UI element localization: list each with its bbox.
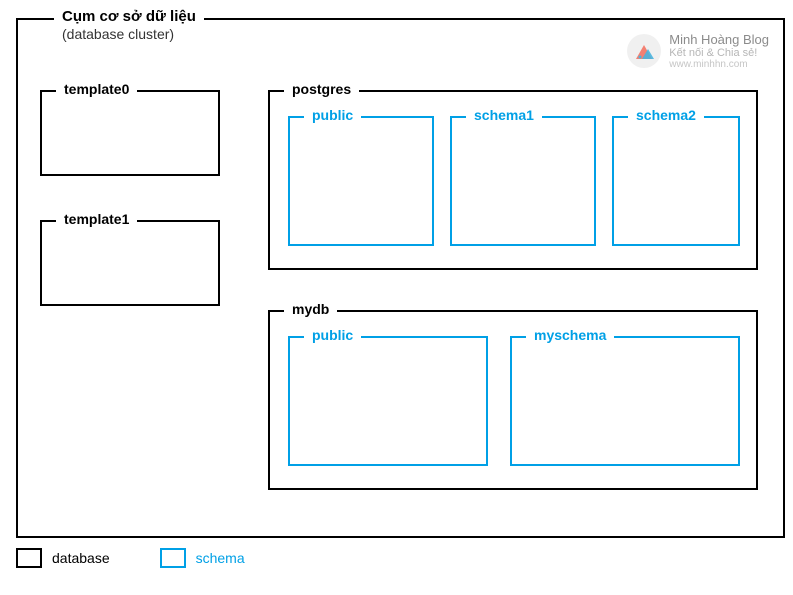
database-box-template0: template0 [40, 90, 220, 176]
watermark-line1: Minh Hoàng Blog [669, 32, 769, 47]
database-label-template0: template0 [56, 81, 137, 97]
schema-label-postgres-schema2: schema2 [628, 107, 704, 123]
schema-box-postgres-public: public [288, 116, 434, 246]
database-box-postgres: postgres public schema1 schema2 [268, 90, 758, 270]
database-cluster-box: Cụm cơ sở dữ liệu (database cluster) Min… [16, 18, 785, 538]
watermark-text: Minh Hoàng Blog Kết nối & Chia sẻ! www.m… [669, 32, 769, 70]
schema-box-mydb-myschema: myschema [510, 336, 740, 466]
schema-box-mydb-public: public [288, 336, 488, 466]
watermark: Minh Hoàng Blog Kết nối & Chia sẻ! www.m… [627, 32, 769, 70]
schema-label-mydb-public: public [304, 327, 361, 343]
schema-label-postgres-public: public [304, 107, 361, 123]
legend-label-schema: schema [196, 550, 245, 566]
watermark-logo-icon [627, 34, 661, 68]
legend-swatch-database [16, 548, 42, 568]
legend-label-database: database [52, 550, 110, 566]
database-box-mydb: mydb public myschema [268, 310, 758, 490]
schema-label-postgres-schema1: schema1 [466, 107, 542, 123]
schema-box-postgres-schema2: schema2 [612, 116, 740, 246]
schema-label-mydb-myschema: myschema [526, 327, 614, 343]
database-box-template1: template1 [40, 220, 220, 306]
database-label-postgres: postgres [284, 81, 359, 97]
watermark-line3: www.minhhn.com [669, 59, 769, 70]
legend: database schema [16, 548, 785, 568]
database-label-mydb: mydb [284, 301, 337, 317]
watermark-line2: Kết nối & Chia sẻ! [669, 47, 769, 59]
cluster-subtitle: (database cluster) [54, 26, 182, 42]
schema-box-postgres-schema1: schema1 [450, 116, 596, 246]
database-label-template1: template1 [56, 211, 137, 227]
legend-swatch-schema [160, 548, 186, 568]
cluster-title: Cụm cơ sở dữ liệu [54, 8, 204, 25]
